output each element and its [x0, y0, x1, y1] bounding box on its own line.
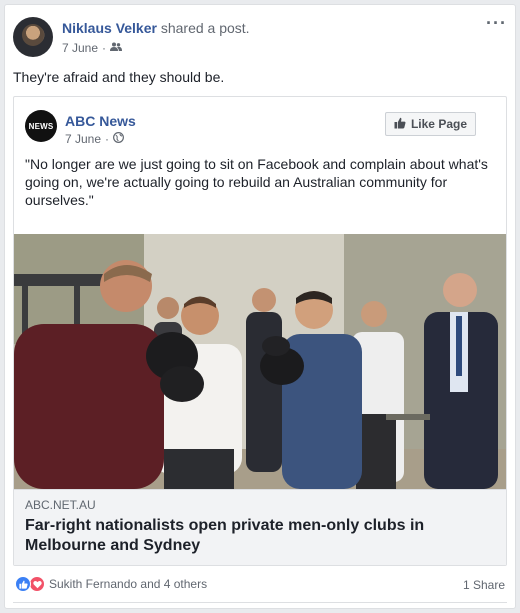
separator-dot: · [105, 132, 110, 146]
post-meta: 7 June · [62, 41, 123, 55]
share-count[interactable]: 1 Share [463, 578, 505, 592]
separator-dot: · [102, 41, 107, 55]
post-footer: Sukith Fernando and 4 others 1 Share [13, 573, 507, 597]
post-card: Niklaus Velker shared a post. 7 June · ·… [4, 4, 516, 609]
post-header: Niklaus Velker shared a post. 7 June · ·… [13, 14, 506, 59]
page-name[interactable]: ABC News [65, 113, 136, 129]
like-page-button[interactable]: Like Page [384, 112, 476, 136]
post-date[interactable]: 7 June [62, 41, 98, 55]
more-options-icon[interactable]: ··· [486, 14, 507, 32]
love-reaction-icon [29, 576, 45, 592]
link-title[interactable]: Far-right nationalists open private men-… [25, 516, 495, 556]
friends-icon[interactable] [110, 41, 123, 55]
author-avatar[interactable] [13, 17, 53, 57]
shared-post: NEWS ABC News 7 June · Like Page "No lon… [13, 96, 507, 566]
reaction-names[interactable]: Sukith Fernando and 4 others [49, 577, 207, 591]
post-action: shared a post. [160, 20, 250, 36]
link-domain: ABC.NET.AU [25, 498, 96, 512]
reactions-summary[interactable]: Sukith Fernando and 4 others [15, 576, 207, 592]
author-name[interactable]: Niklaus Velker [62, 20, 157, 36]
boxing-gym-photo [14, 234, 506, 489]
post-text: They're afraid and they should be. [13, 69, 225, 85]
globe-icon[interactable] [113, 132, 124, 146]
shared-post-date[interactable]: 7 June [65, 132, 101, 146]
author-line: Niklaus Velker shared a post. [62, 20, 250, 36]
shared-post-meta: 7 June · [65, 132, 124, 146]
shared-post-quote: "No longer are we just going to sit on F… [25, 156, 488, 208]
link-preview-footer[interactable]: ABC.NET.AU Far-right nationalists open p… [14, 489, 506, 565]
link-preview-image[interactable] [14, 234, 506, 489]
like-page-label: Like Page [410, 117, 467, 131]
footer-divider [13, 602, 507, 603]
abc-news-logo[interactable]: NEWS [25, 110, 57, 142]
thumbs-up-icon [394, 117, 406, 132]
like-reaction-icon [15, 576, 31, 592]
